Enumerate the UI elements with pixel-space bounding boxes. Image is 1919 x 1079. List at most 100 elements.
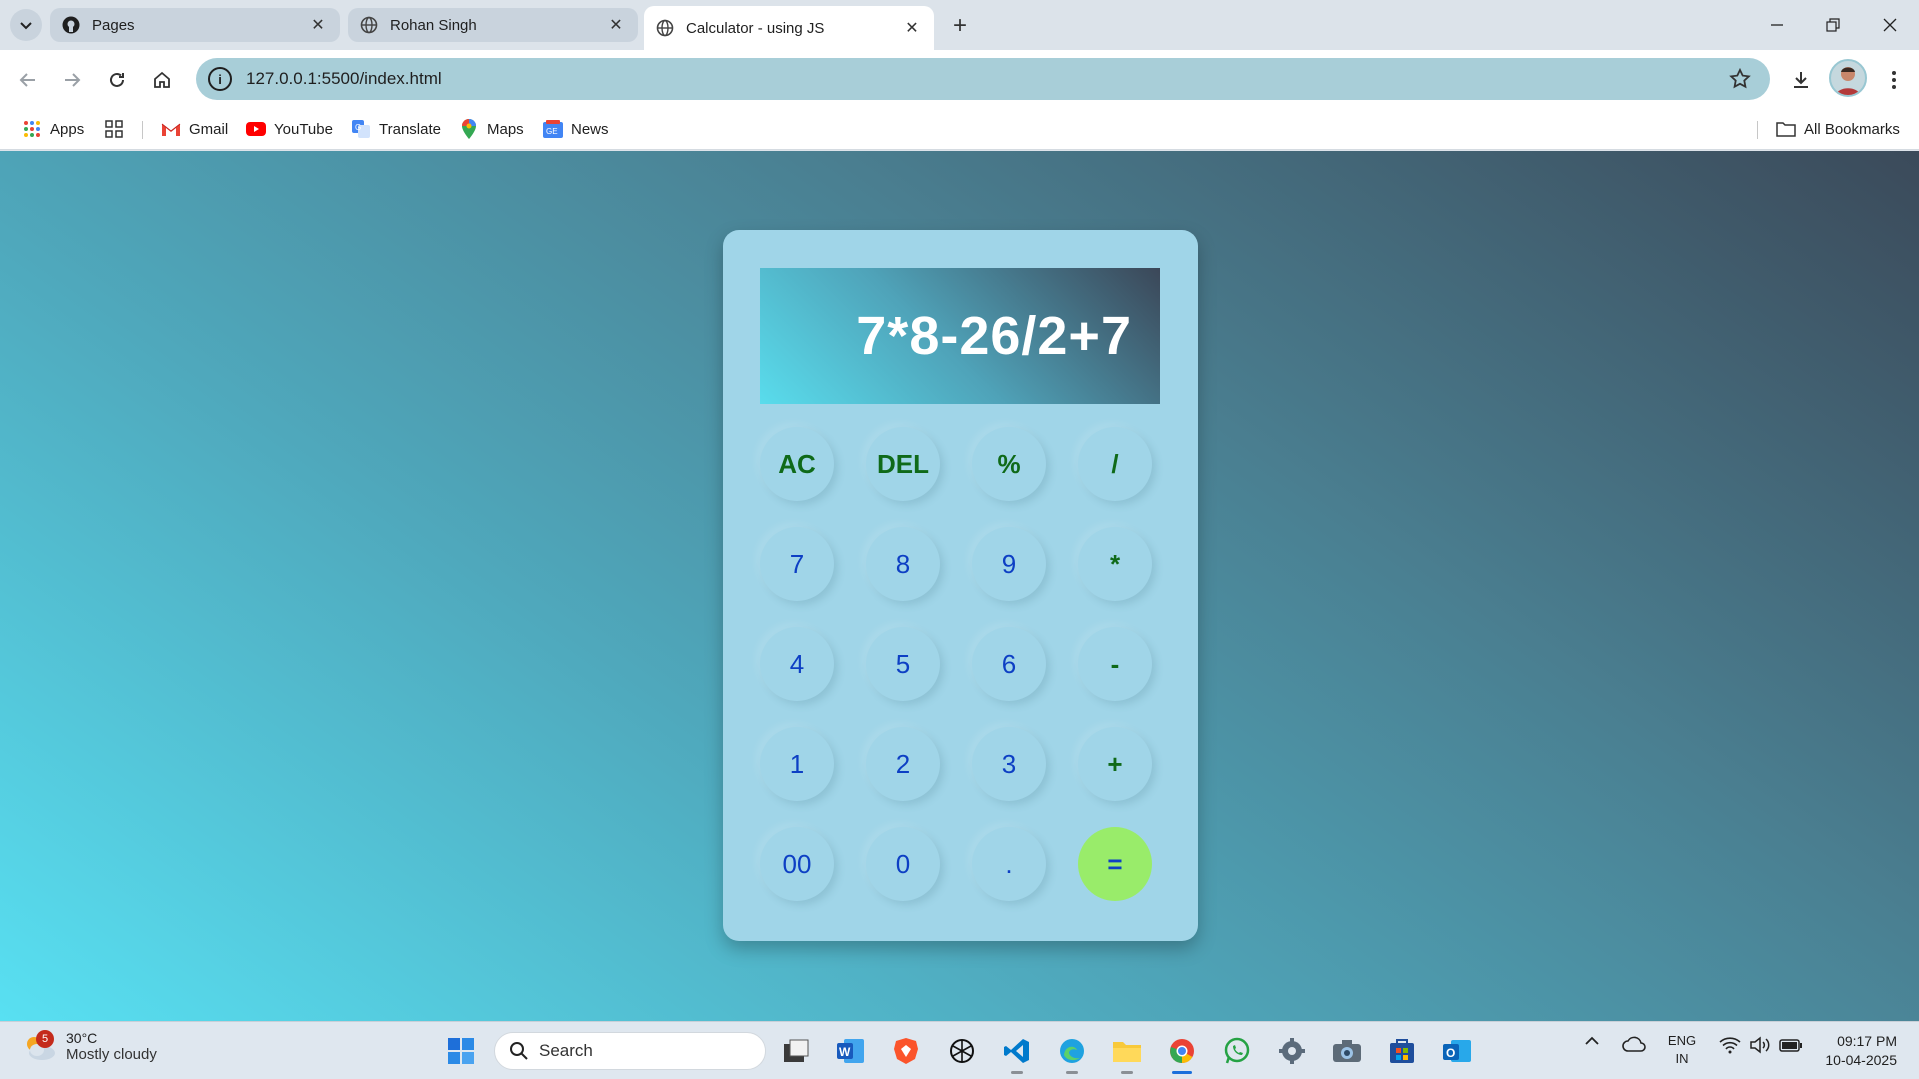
key-decimal[interactable]: . — [972, 827, 1046, 901]
calculator: 7*8-26/2+7 AC DEL % / 7 8 9 * 4 5 6 - 1 … — [723, 230, 1198, 941]
taskbar-app-outlook[interactable]: O — [1440, 1034, 1474, 1068]
taskbar-search[interactable]: Search — [494, 1032, 766, 1070]
key-delete[interactable]: DEL — [866, 427, 940, 501]
key-3[interactable]: 3 — [972, 727, 1046, 801]
outlook-icon: O — [1443, 1040, 1471, 1062]
running-indicator — [1011, 1071, 1023, 1074]
bookmark-gmail[interactable]: Gmail — [161, 118, 228, 140]
wifi-icon — [1719, 1037, 1741, 1054]
maps-pin-icon — [459, 119, 479, 139]
downloads-button[interactable] — [1787, 66, 1815, 94]
taskbar-app-edge[interactable] — [1055, 1034, 1089, 1068]
key-equals[interactable]: = — [1078, 827, 1152, 901]
clock-time: 09:17 PM — [1837, 1033, 1897, 1049]
minimize-button[interactable] — [1757, 12, 1797, 38]
bookmark-separator — [1757, 121, 1758, 139]
bookmark-label: News — [571, 120, 609, 138]
key-5[interactable]: 5 — [866, 627, 940, 701]
taskbar-app-chrome[interactable] — [1165, 1034, 1199, 1068]
globe-icon — [656, 19, 674, 37]
taskbar-app-chatgpt[interactable] — [945, 1034, 979, 1068]
key-divide[interactable]: / — [1078, 427, 1152, 501]
key-multiply[interactable]: * — [1078, 527, 1152, 601]
tab-search-button[interactable] — [10, 9, 42, 41]
key-0[interactable]: 0 — [866, 827, 940, 901]
key-percent[interactable]: % — [972, 427, 1046, 501]
bookmark-translate[interactable]: G Translate — [351, 118, 441, 140]
key-1[interactable]: 1 — [760, 727, 834, 801]
forward-button[interactable] — [58, 66, 86, 94]
system-status[interactable] — [1716, 1036, 1806, 1054]
address-bar[interactable]: i 127.0.0.1:5500/index.html — [196, 58, 1770, 100]
globe-icon — [360, 16, 378, 34]
start-button[interactable] — [444, 1034, 478, 1068]
download-icon — [1794, 72, 1808, 88]
taskbar-app-store[interactable] — [1385, 1034, 1419, 1068]
site-info-icon[interactable]: i — [208, 67, 232, 91]
profile-avatar[interactable] — [1829, 59, 1867, 97]
bookmark-apps[interactable]: Apps — [22, 118, 84, 140]
bookmark-label: Maps — [487, 120, 524, 138]
home-button[interactable] — [148, 66, 176, 94]
tab-rohan-singh[interactable]: Rohan Singh ✕ — [348, 8, 638, 42]
show-hidden-icons[interactable] — [1580, 1036, 1604, 1046]
vscode-icon — [1004, 1039, 1029, 1063]
key-8[interactable]: 8 — [866, 527, 940, 601]
close-icon[interactable]: ✕ — [902, 18, 922, 38]
close-window-button[interactable] — [1870, 12, 1910, 38]
all-bookmarks-button[interactable]: All Bookmarks — [1776, 118, 1900, 140]
svg-text:GE: GE — [546, 127, 558, 136]
battery-icon — [1779, 1039, 1802, 1052]
taskbar-app-whatsapp[interactable] — [1220, 1034, 1254, 1068]
lang-bottom: IN — [1675, 1051, 1689, 1066]
key-4[interactable]: 4 — [760, 627, 834, 701]
volume-icon — [1750, 1036, 1770, 1054]
taskbar-app-vscode[interactable] — [1000, 1034, 1034, 1068]
apps-grid-icon — [22, 119, 42, 139]
tab-groups-button[interactable] — [104, 118, 132, 140]
system-clock[interactable]: 09:17 PM 10-04-2025 — [1825, 1032, 1897, 1070]
reload-button[interactable] — [103, 66, 131, 94]
close-icon[interactable]: ✕ — [606, 15, 626, 35]
key-2[interactable]: 2 — [866, 727, 940, 801]
word-icon: W — [837, 1039, 864, 1063]
weather-temp: 30°C — [66, 1030, 98, 1046]
weather-badge: 5 — [36, 1029, 54, 1048]
key-9[interactable]: 9 — [972, 527, 1046, 601]
new-tab-button[interactable]: + — [944, 10, 976, 42]
taskbar-app-settings[interactable] — [1275, 1034, 1309, 1068]
taskbar: 5 30°C Mostly cloudy Search W O ENG IN 0… — [0, 1021, 1919, 1079]
language-indicator[interactable]: ENG IN — [1664, 1032, 1700, 1068]
address-url[interactable]: 127.0.0.1:5500/index.html — [246, 69, 442, 89]
taskbar-app-file-explorer[interactable] — [1110, 1034, 1144, 1068]
close-icon[interactable]: ✕ — [308, 15, 328, 35]
key-subtract[interactable]: - — [1078, 627, 1152, 701]
key-7[interactable]: 7 — [760, 527, 834, 601]
tab-pages[interactable]: Pages ✕ — [50, 8, 340, 42]
bookmark-youtube[interactable]: YouTube — [246, 118, 333, 140]
taskbar-app-camera[interactable] — [1330, 1034, 1364, 1068]
back-button[interactable] — [14, 66, 42, 94]
bookmark-star-icon[interactable] — [1728, 67, 1752, 91]
settings-icon — [1279, 1038, 1305, 1064]
tab-calculator[interactable]: Calculator - using JS ✕ — [644, 6, 934, 50]
menu-button[interactable] — [1880, 66, 1908, 94]
key-add[interactable]: + — [1078, 727, 1152, 801]
key-all-clear[interactable]: AC — [760, 427, 834, 501]
gmail-icon — [161, 119, 181, 139]
restore-icon — [1826, 18, 1840, 32]
restore-button[interactable] — [1813, 12, 1853, 38]
chevron-down-icon — [20, 22, 32, 30]
onedrive-button[interactable] — [1620, 1036, 1648, 1052]
weather-widget[interactable]: 5 30°C Mostly cloudy — [22, 1029, 157, 1063]
translate-icon: G — [351, 119, 371, 139]
bookmark-maps[interactable]: Maps — [459, 118, 524, 140]
key-6[interactable]: 6 — [972, 627, 1046, 701]
bookmark-news[interactable]: GE News — [543, 118, 609, 140]
taskbar-app-explorer-dark[interactable] — [779, 1034, 813, 1068]
taskbar-app-brave[interactable] — [889, 1034, 923, 1068]
key-double-zero[interactable]: 00 — [760, 827, 834, 901]
file-explorer-icon — [1113, 1042, 1141, 1062]
taskbar-app-word[interactable]: W — [834, 1034, 868, 1068]
bookmark-separator — [142, 121, 143, 139]
